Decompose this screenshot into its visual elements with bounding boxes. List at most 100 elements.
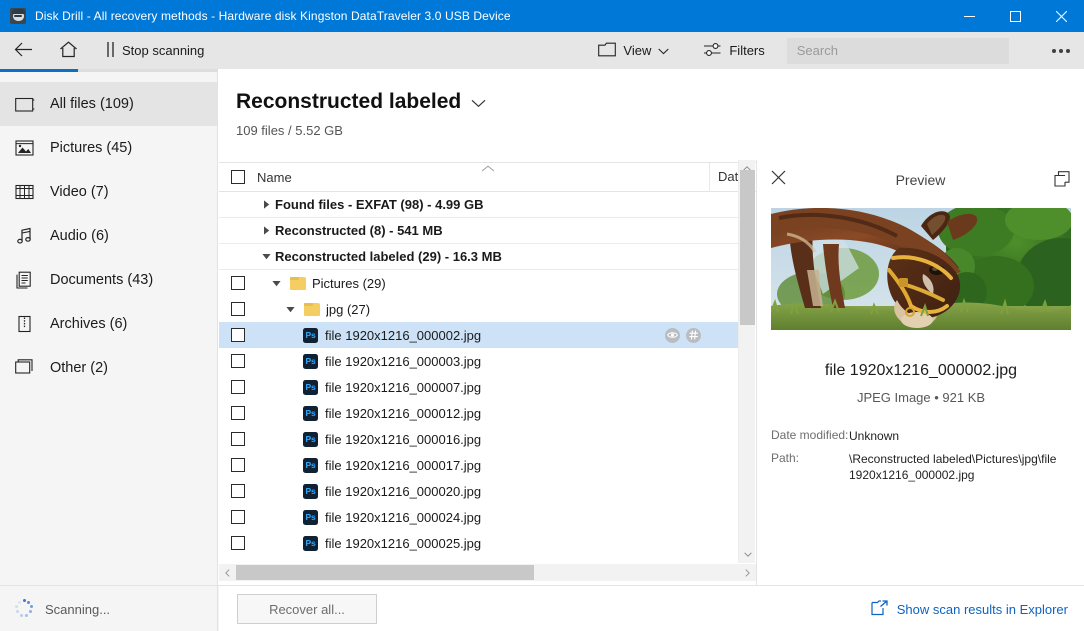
view-button[interactable]: View	[588, 32, 679, 69]
scroll-left-arrow[interactable]	[219, 564, 236, 581]
disk-drill-window: Disk Drill - All recovery methods - Hard…	[0, 0, 1084, 631]
audio-icon	[14, 225, 36, 247]
vertical-scroll-thumb[interactable]	[740, 170, 755, 325]
preview-header: Preview	[757, 160, 1084, 200]
sidebar-item-label: Documents (43)	[50, 272, 153, 288]
caret-right-icon[interactable]	[257, 226, 275, 235]
select-all-checkbox[interactable]	[219, 170, 257, 184]
row-checkbox[interactable]	[219, 302, 257, 316]
open-in-new-window-icon[interactable]	[1054, 171, 1070, 190]
table-row[interactable]: Psfile 1920x1216_000003.jpg	[219, 348, 747, 374]
table-row[interactable]: Psfile 1920x1216_000002.jpg	[219, 322, 747, 348]
caret-down-icon[interactable]	[281, 306, 299, 313]
scroll-right-arrow[interactable]	[739, 564, 756, 581]
sidebar-item-documents[interactable]: Documents (43)	[0, 258, 217, 302]
row-checkbox[interactable]	[219, 458, 257, 472]
chevron-up-icon	[481, 164, 495, 176]
back-button[interactable]	[0, 32, 43, 69]
folder-icon	[304, 303, 320, 316]
row-checkbox[interactable]	[219, 432, 257, 446]
table-row[interactable]: Pictures (29)	[219, 270, 747, 296]
row-label: Found files - EXFAT (98) - 4.99 GB	[275, 197, 484, 212]
page-title[interactable]: Reconstructed labeled	[236, 90, 1084, 114]
file-table: Name Date Found files - EXFAT (98) - 4.9…	[219, 162, 757, 585]
table-row[interactable]: Psfile 1920x1216_000016.jpg	[219, 426, 747, 452]
sidebar-item-all-files[interactable]: All files (109)	[0, 82, 217, 126]
horizontal-scrollbar[interactable]	[219, 564, 756, 581]
eye-icon[interactable]	[665, 328, 680, 343]
recover-all-button[interactable]: Recover all...	[237, 594, 377, 624]
row-checkbox[interactable]	[219, 484, 257, 498]
photoshop-icon: Ps	[303, 484, 318, 499]
table-body: Found files - EXFAT (98) - 4.99 GB Recons…	[219, 192, 747, 571]
row-checkbox[interactable]	[219, 406, 257, 420]
preview-fields: Date modified: Unknown Path: \Reconstruc…	[771, 428, 1071, 490]
row-label: file 1920x1216_000012.jpg	[325, 406, 481, 421]
table-row[interactable]: Psfile 1920x1216_000024.jpg	[219, 504, 747, 530]
row-label: Pictures (29)	[312, 276, 386, 291]
table-row[interactable]: Psfile 1920x1216_000012.jpg	[219, 400, 747, 426]
sidebar-item-video[interactable]: Video (7)	[0, 170, 217, 214]
minimize-button[interactable]	[946, 0, 992, 32]
row-checkbox[interactable]	[219, 510, 257, 524]
sidebar-item-label: Audio (6)	[50, 228, 109, 244]
scroll-down-arrow[interactable]	[739, 546, 756, 563]
sidebar-item-archives[interactable]: Archives (6)	[0, 302, 217, 346]
table-row[interactable]: Psfile 1920x1216_000007.jpg	[219, 374, 747, 400]
stop-scanning-button[interactable]: Stop scanning	[88, 32, 214, 69]
filters-button[interactable]: Filters	[693, 32, 774, 69]
table-row[interactable]: Psfile 1920x1216_000017.jpg	[219, 452, 747, 478]
title-bar: Disk Drill - All recovery methods - Hard…	[0, 0, 1084, 32]
close-button[interactable]	[1038, 0, 1084, 32]
recover-all-label: Recover all...	[269, 602, 345, 617]
home-button[interactable]	[43, 32, 88, 69]
preview-field-row: Path: \Reconstructed labeled\Pictures\jp…	[771, 451, 1071, 483]
photoshop-icon: Ps	[303, 432, 318, 447]
vertical-scrollbar[interactable]	[738, 160, 755, 563]
row-checkbox[interactable]	[219, 354, 257, 368]
table-row[interactable]: Reconstructed (8) - 541 MB	[219, 218, 747, 244]
sidebar-item-other[interactable]: Other (2)	[0, 346, 217, 390]
caret-down-icon[interactable]	[267, 280, 285, 287]
row-checkbox[interactable]	[219, 276, 257, 290]
sliders-icon	[703, 42, 722, 60]
caret-right-icon[interactable]	[257, 200, 275, 209]
maximize-button[interactable]	[992, 0, 1038, 32]
show-in-explorer-link[interactable]: Show scan results in Explorer	[871, 600, 1068, 619]
video-icon	[14, 181, 36, 203]
table-row[interactable]: Psfile 1920x1216_000025.jpg	[219, 530, 747, 556]
chevron-down-icon	[658, 43, 669, 58]
content-subtitle: 109 files / 5.52 GB	[236, 123, 1084, 138]
row-checkbox[interactable]	[219, 328, 257, 342]
row-checkbox[interactable]	[219, 380, 257, 394]
preview-file-name: file 1920x1216_000002.jpg	[757, 362, 1084, 380]
caret-down-icon[interactable]	[257, 253, 275, 260]
hash-icon[interactable]	[686, 328, 701, 343]
table-row[interactable]: jpg (27)	[219, 296, 747, 322]
row-checkbox[interactable]	[219, 536, 257, 550]
archives-icon	[14, 313, 36, 335]
field-value: Unknown	[849, 428, 899, 444]
all-files-icon	[14, 93, 36, 115]
table-row[interactable]: Psfile 1920x1216_000020.jpg	[219, 478, 747, 504]
search-input[interactable]: Search	[787, 38, 1009, 64]
sidebar-item-audio[interactable]: Audio (6)	[0, 214, 217, 258]
horizontal-scroll-thumb[interactable]	[236, 565, 534, 580]
chevron-down-icon[interactable]	[471, 90, 486, 114]
table-row[interactable]: Reconstructed labeled (29) - 16.3 MB	[219, 244, 747, 270]
search-placeholder: Search	[797, 43, 838, 58]
sidebar-item-label: All files (109)	[50, 96, 134, 112]
stop-scanning-label: Stop scanning	[122, 43, 204, 58]
back-arrow-icon	[14, 42, 33, 60]
page-title-text: Reconstructed labeled	[236, 90, 461, 114]
row-actions[interactable]	[665, 328, 701, 343]
more-horizontal-icon[interactable]	[1052, 32, 1070, 69]
row-label: Reconstructed (8) - 541 MB	[275, 223, 443, 238]
window-title: Disk Drill - All recovery methods - Hard…	[35, 9, 511, 23]
preview-file-meta: JPEG Image • 921 KB	[757, 390, 1084, 405]
table-row[interactable]: Found files - EXFAT (98) - 4.99 GB	[219, 192, 747, 218]
photoshop-icon: Ps	[303, 328, 318, 343]
sidebar-item-pictures[interactable]: Pictures (45)	[0, 126, 217, 170]
sidebar-item-label: Video (7)	[50, 184, 109, 200]
action-bar: Recover all... Show scan results in Expl…	[219, 586, 1084, 631]
